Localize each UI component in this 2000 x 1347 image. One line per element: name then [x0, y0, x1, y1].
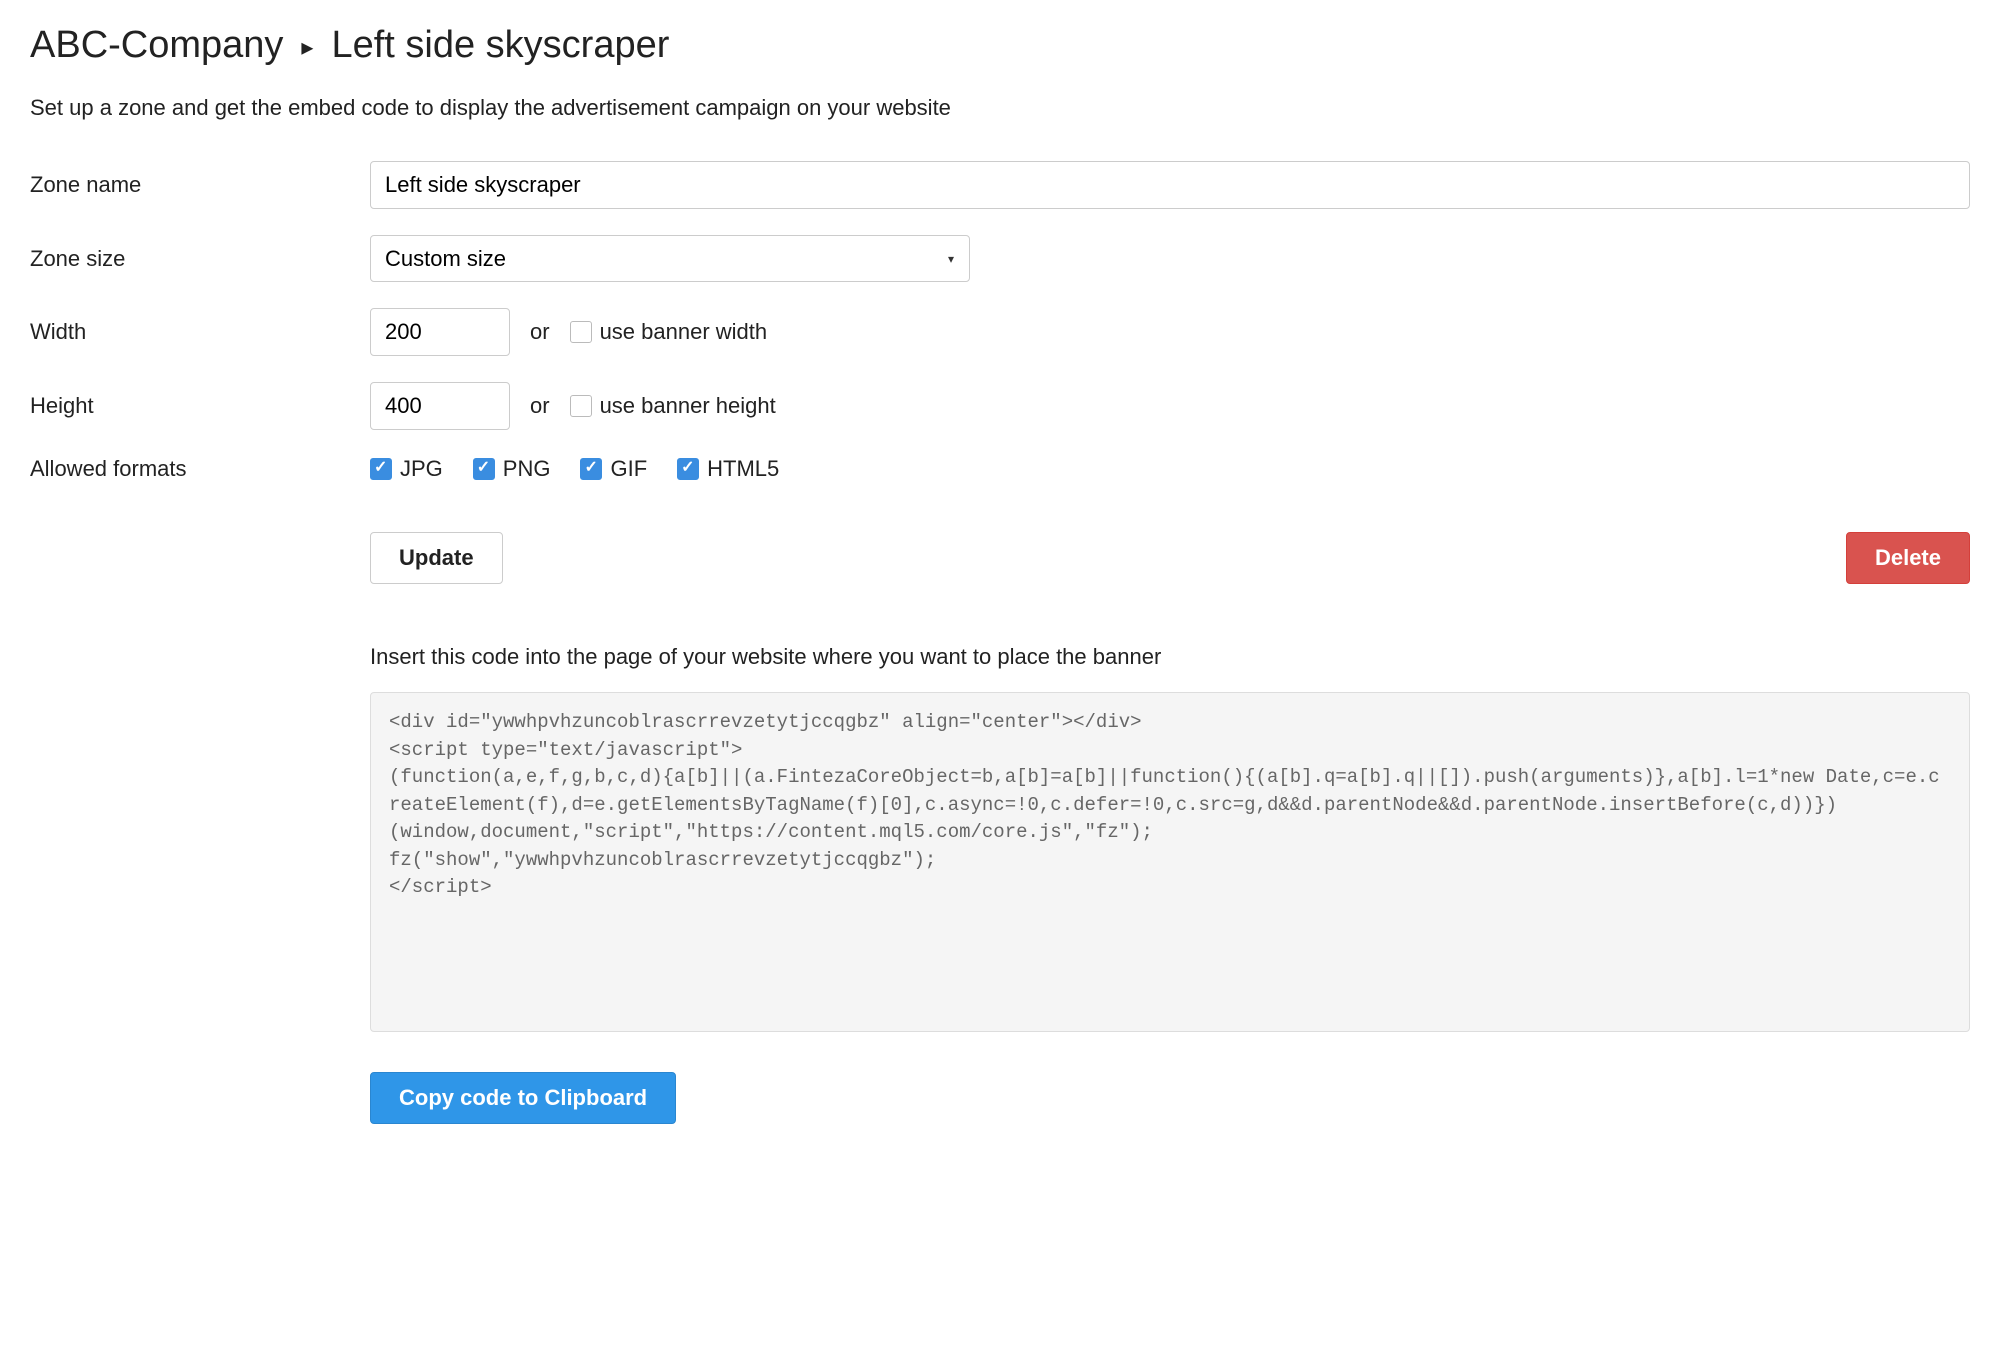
breadcrumb: ABC-Company ▸ Left side skyscraper [30, 24, 1970, 67]
format-html5-text: HTML5 [707, 456, 779, 482]
width-label: Width [30, 319, 370, 345]
format-jpg-label[interactable]: JPG [370, 456, 443, 482]
use-banner-height-text: use banner height [600, 393, 776, 419]
chevron-right-icon: ▸ [301, 33, 313, 62]
height-or-text: or [530, 393, 550, 419]
zone-name-label: Zone name [30, 172, 370, 198]
copy-code-button[interactable]: Copy code to Clipboard [370, 1072, 676, 1124]
page-subtitle: Set up a zone and get the embed code to … [30, 95, 1970, 121]
format-png-text: PNG [503, 456, 551, 482]
format-gif-label[interactable]: GIF [580, 456, 647, 482]
embed-code-box[interactable]: <div id="ywwhpvhzuncoblrascrrevzetytjccq… [370, 692, 1970, 1032]
format-png-label[interactable]: PNG [473, 456, 551, 482]
format-html5-label[interactable]: HTML5 [677, 456, 779, 482]
zone-size-select[interactable]: Custom size [370, 235, 970, 282]
format-jpg-checkbox[interactable] [370, 458, 392, 480]
breadcrumb-parent[interactable]: ABC-Company [30, 24, 283, 67]
use-banner-width-checkbox[interactable] [570, 321, 592, 343]
use-banner-width-text: use banner width [600, 319, 768, 345]
zone-size-label: Zone size [30, 246, 370, 272]
width-or-text: or [530, 319, 550, 345]
use-banner-height-label[interactable]: use banner height [570, 393, 776, 419]
format-html5-checkbox[interactable] [677, 458, 699, 480]
format-gif-checkbox[interactable] [580, 458, 602, 480]
format-jpg-text: JPG [400, 456, 443, 482]
format-gif-text: GIF [610, 456, 647, 482]
code-instruction: Insert this code into the page of your w… [370, 644, 1970, 670]
breadcrumb-current: Left side skyscraper [331, 24, 669, 67]
use-banner-height-checkbox[interactable] [570, 395, 592, 417]
delete-button[interactable]: Delete [1846, 532, 1970, 584]
zone-name-input[interactable] [370, 161, 1970, 209]
formats-label: Allowed formats [30, 456, 370, 482]
width-input[interactable] [370, 308, 510, 356]
height-label: Height [30, 393, 370, 419]
update-button[interactable]: Update [370, 532, 503, 584]
use-banner-width-label[interactable]: use banner width [570, 319, 768, 345]
format-png-checkbox[interactable] [473, 458, 495, 480]
height-input[interactable] [370, 382, 510, 430]
